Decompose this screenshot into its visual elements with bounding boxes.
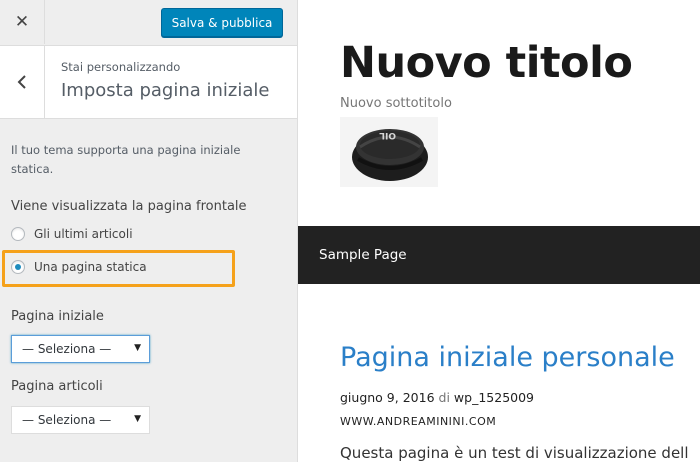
posts-page-select[interactable]: — Seleziona — ▼: [11, 406, 150, 434]
close-icon[interactable]: ✕: [0, 0, 45, 44]
radio-label: Una pagina statica: [34, 260, 147, 274]
watermark-text: WWW.ANDREAMININI.COM: [340, 415, 497, 428]
post-title[interactable]: Pagina iniziale personale: [340, 342, 675, 373]
post-author[interactable]: wp_1525009: [454, 390, 534, 405]
nav-item-sample-page[interactable]: Sample Page: [319, 247, 407, 263]
post-date[interactable]: giugno 9, 2016: [340, 390, 435, 405]
post-by-label: di: [438, 390, 450, 405]
homepage-select[interactable]: — Seleziona — ▼: [11, 335, 150, 363]
posts-page-label: Pagina articoli: [11, 379, 103, 394]
site-title[interactable]: Nuovo titolo: [340, 38, 633, 88]
radio-button[interactable]: [11, 227, 25, 241]
radio-dot: [15, 264, 21, 270]
site-preview: Nuovo titolo Nuovo sottotitolo OIL Sampl…: [298, 0, 700, 462]
posts-page-select-value: — Seleziona —: [22, 413, 112, 427]
radio-latest-posts[interactable]: Gli ultimi articoli: [11, 227, 133, 241]
dropdown-arrow-icon: ▼: [134, 343, 141, 353]
section-header: Stai personalizzando Imposta pagina iniz…: [0, 46, 297, 119]
oil-cap-text: OIL: [379, 130, 396, 140]
homepage-select-value: — Seleziona —: [22, 342, 112, 356]
post-excerpt: Questa pagina è un test di visualizzazio…: [340, 444, 689, 462]
homepage-label: Pagina iniziale: [11, 309, 104, 324]
site-tagline: Nuovo sottotitolo: [340, 96, 452, 111]
oil-cap-image: OIL: [340, 117, 438, 187]
back-button[interactable]: [0, 46, 45, 118]
dropdown-arrow-icon: ▼: [134, 414, 141, 424]
save-publish-button[interactable]: Salva & pubblica: [161, 8, 283, 37]
section-description: Il tuo tema supporta una pagina iniziale…: [11, 143, 241, 176]
customizer-sidebar: ✕ Salva & pubblica Stai personalizzando …: [0, 0, 298, 462]
main-navigation: Sample Page: [298, 226, 700, 284]
customizer-topbar: ✕ Salva & pubblica: [0, 0, 297, 46]
radio-label: Gli ultimi articoli: [34, 227, 133, 241]
radio-button-checked[interactable]: [11, 260, 25, 274]
radio-static-page[interactable]: Una pagina statica: [11, 260, 147, 274]
customizing-label: Stai personalizzando: [61, 60, 181, 74]
chevron-left-icon: [17, 75, 26, 89]
post-meta: giugno 9, 2016 di wp_1525009: [340, 390, 534, 405]
front-page-display-label: Viene visualizzata la pagina frontale: [11, 199, 247, 214]
section-title: Imposta pagina iniziale: [61, 80, 270, 101]
